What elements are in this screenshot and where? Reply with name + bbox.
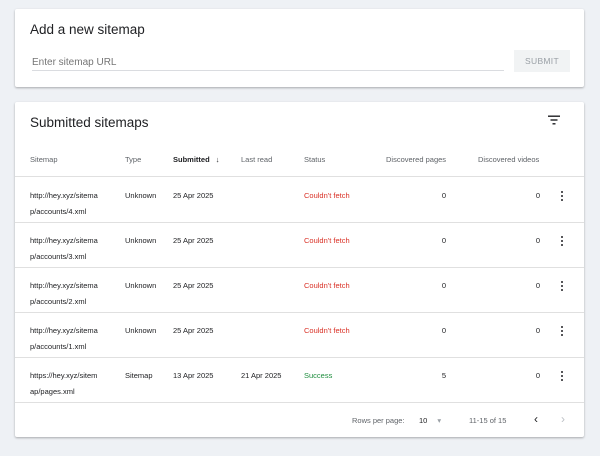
add-sitemap-title: Add a new sitemap bbox=[30, 22, 145, 37]
col-discovered-videos[interactable]: Discovered videos bbox=[478, 155, 539, 164]
submit-button[interactable]: SUBMIT bbox=[514, 50, 570, 72]
sitemap-url[interactable]: http://hey.xyz/sitema p/accounts/1.xml bbox=[30, 323, 98, 355]
submitted-sitemaps-title: Submitted sitemaps bbox=[30, 115, 149, 130]
discovered-pages: 0 bbox=[441, 236, 446, 245]
col-status[interactable]: Status bbox=[304, 155, 325, 164]
submitted-date: 13 Apr 2025 bbox=[173, 371, 214, 380]
url-line-2: p/accounts/3.xml bbox=[30, 252, 87, 261]
submitted-date: 25 Apr 2025 bbox=[173, 236, 214, 245]
more-options-icon[interactable] bbox=[558, 369, 566, 383]
submitted-sitemaps-card: Submitted sitemaps Sitemap Type Submitte… bbox=[15, 102, 584, 437]
discovered-videos: 0 bbox=[535, 371, 540, 380]
discovered-videos: 0 bbox=[535, 326, 540, 335]
add-sitemap-card: Add a new sitemap SUBMIT bbox=[15, 9, 584, 87]
url-line-1: http://hey.xyz/sitema bbox=[30, 191, 98, 200]
table-row[interactable]: http://hey.xyz/sitema p/accounts/3.xml Un… bbox=[15, 223, 584, 268]
table-row[interactable]: http://hey.xyz/sitema p/accounts/4.xml Un… bbox=[15, 178, 584, 223]
dropdown-icon: ▾ bbox=[437, 416, 442, 425]
discovered-pages: 5 bbox=[441, 371, 446, 380]
page-range: 11-15 of 15 bbox=[469, 416, 507, 425]
sitemap-url[interactable]: http://hey.xyz/sitema p/accounts/2.xml bbox=[30, 278, 98, 310]
col-submitted-label: Submitted bbox=[173, 155, 210, 164]
next-page-icon[interactable]: › bbox=[561, 412, 565, 426]
col-discovered-pages[interactable]: Discovered pages bbox=[386, 155, 446, 164]
more-options-icon[interactable] bbox=[558, 189, 566, 203]
sitemap-url-input[interactable] bbox=[32, 55, 504, 71]
sitemap-url[interactable]: http://hey.xyz/sitema p/accounts/4.xml bbox=[30, 188, 98, 220]
discovered-pages: 0 bbox=[441, 281, 446, 290]
url-line-1: https://hey.xyz/sitem bbox=[30, 371, 98, 380]
discovered-pages: 0 bbox=[441, 191, 446, 200]
pagination: Rows per page: 10 ▾ 11-15 of 15 ‹ › bbox=[15, 402, 584, 437]
rows-per-page-select[interactable]: 10 ▾ bbox=[419, 416, 441, 425]
table-row[interactable]: https://hey.xyz/sitem ap/pages.xml Sitema… bbox=[15, 358, 584, 403]
discovered-videos: 0 bbox=[535, 191, 540, 200]
more-options-icon[interactable] bbox=[558, 234, 566, 248]
col-type[interactable]: Type bbox=[125, 155, 141, 164]
type: Unknown bbox=[125, 281, 157, 290]
url-line-2: p/accounts/4.xml bbox=[30, 207, 87, 216]
submitted-date: 25 Apr 2025 bbox=[173, 191, 214, 200]
rows-per-page-value: 10 bbox=[419, 416, 428, 425]
more-options-icon[interactable] bbox=[558, 279, 566, 293]
url-line-2: ap/pages.xml bbox=[30, 387, 75, 396]
col-last-read[interactable]: Last read bbox=[241, 155, 272, 164]
status: Success bbox=[304, 371, 333, 380]
type: Unknown bbox=[125, 191, 157, 200]
sitemap-url[interactable]: http://hey.xyz/sitema p/accounts/3.xml bbox=[30, 233, 98, 265]
last-read-date: 21 Apr 2025 bbox=[241, 371, 282, 380]
type: Unknown bbox=[125, 236, 157, 245]
arrow-down-icon: ↓ bbox=[215, 155, 220, 164]
more-options-icon[interactable] bbox=[558, 324, 566, 338]
col-submitted[interactable]: Submitted ↓ bbox=[173, 155, 220, 164]
discovered-videos: 0 bbox=[535, 281, 540, 290]
url-line-2: p/accounts/2.xml bbox=[30, 297, 87, 306]
prev-page-icon[interactable]: ‹ bbox=[534, 412, 538, 426]
status: Couldn't fetch bbox=[304, 191, 350, 200]
status: Couldn't fetch bbox=[304, 281, 350, 290]
url-line-1: http://hey.xyz/sitema bbox=[30, 281, 98, 290]
discovered-videos: 0 bbox=[535, 236, 540, 245]
filter-icon[interactable] bbox=[547, 114, 561, 126]
status: Couldn't fetch bbox=[304, 236, 350, 245]
url-line-1: http://hey.xyz/sitema bbox=[30, 326, 98, 335]
submitted-date: 25 Apr 2025 bbox=[173, 326, 214, 335]
type: Unknown bbox=[125, 326, 157, 335]
type: Sitemap bbox=[125, 371, 153, 380]
url-line-2: p/accounts/1.xml bbox=[30, 342, 87, 351]
table-header: Sitemap Type Submitted ↓ Last read Statu… bbox=[15, 153, 584, 177]
sitemap-url[interactable]: https://hey.xyz/sitem ap/pages.xml bbox=[30, 368, 97, 400]
rows-per-page-label: Rows per page: bbox=[352, 416, 405, 425]
url-line-1: http://hey.xyz/sitema bbox=[30, 236, 98, 245]
submitted-date: 25 Apr 2025 bbox=[173, 281, 214, 290]
discovered-pages: 0 bbox=[441, 326, 446, 335]
table-row[interactable]: http://hey.xyz/sitema p/accounts/1.xml Un… bbox=[15, 313, 584, 358]
status: Couldn't fetch bbox=[304, 326, 350, 335]
table-row[interactable]: http://hey.xyz/sitema p/accounts/2.xml Un… bbox=[15, 268, 584, 313]
col-sitemap[interactable]: Sitemap bbox=[30, 155, 58, 164]
